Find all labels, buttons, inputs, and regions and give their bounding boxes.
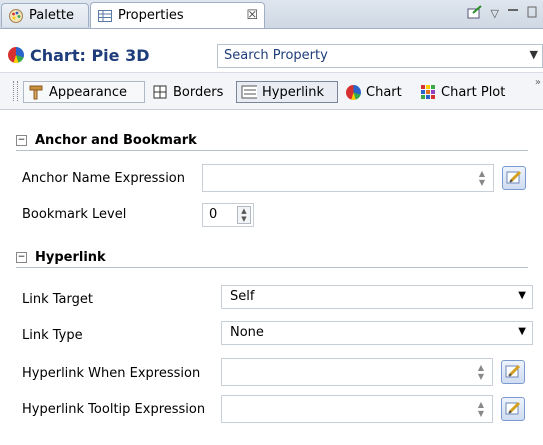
category-toolbar: Appearance Borders Hyperlink Chart Chart [0, 72, 543, 110]
search-property-text: Search Property [224, 48, 328, 63]
category-borders[interactable]: Borders [148, 81, 234, 103]
section-header-hyperlink[interactable]: − Hyperlink [16, 247, 528, 268]
close-icon[interactable]: ☒ [246, 8, 258, 23]
hyperlink-tooltip-label: Hyperlink Tooltip Expression [22, 402, 206, 417]
link-target-select[interactable]: Self ▼ [221, 285, 533, 309]
stepper-arrows-icon[interactable]: ▲ ▼ [237, 206, 251, 224]
tab-properties-label: Properties [118, 8, 184, 23]
borders-icon [152, 84, 168, 100]
tab-properties[interactable]: Properties ☒ [90, 2, 265, 28]
link-type-select[interactable]: None ▼ [221, 321, 533, 345]
chevron-down-icon[interactable]: ▼ [518, 326, 526, 337]
when-spinner-icon[interactable]: ▲ ▼ [474, 363, 488, 381]
link-type-value: None [230, 325, 264, 340]
tab-palette-label: Palette [29, 8, 75, 23]
chevron-down-icon[interactable]: ▼ [530, 48, 538, 61]
section-title-hyperlink: Hyperlink [35, 249, 106, 265]
hyperlink-tooltip-input[interactable]: ▲ ▼ [221, 395, 493, 423]
minimize-icon[interactable] [507, 7, 519, 20]
anchor-name-input[interactable]: ▲ ▼ [202, 164, 494, 192]
tab-palette[interactable]: Palette [1, 3, 89, 27]
collapse-icon[interactable]: − [16, 251, 27, 263]
hyperlink-icon [241, 84, 257, 100]
collapse-icon[interactable]: − [16, 134, 27, 146]
link-target-label: Link Target [22, 292, 93, 307]
pie-chart-icon [8, 47, 24, 63]
palette-icon [8, 8, 24, 24]
section-header-anchor[interactable]: − Anchor and Bookmark [16, 130, 528, 151]
tooltip-expression-builder-button[interactable] [501, 397, 525, 421]
properties-icon [97, 8, 113, 24]
edit-expression-icon [506, 169, 522, 188]
edit-expression-icon [505, 400, 521, 419]
search-property-combo[interactable]: Search Property ▼ [217, 44, 543, 68]
pin-view-icon[interactable] [467, 5, 483, 22]
link-target-value: Self [230, 289, 255, 304]
toolbar-gripper[interactable] [13, 81, 18, 101]
appearance-icon [28, 84, 44, 100]
hyperlink-when-label: Hyperlink When Expression [22, 366, 201, 381]
anchor-expression-builder-button[interactable] [502, 166, 526, 190]
view-tab-strip: Palette Properties ☒ ▽ [0, 0, 543, 29]
when-expression-builder-button[interactable] [501, 360, 525, 384]
category-hyperlink-label: Hyperlink [262, 84, 325, 100]
category-hyperlink[interactable]: Hyperlink [236, 81, 338, 103]
category-appearance[interactable]: Appearance [23, 81, 145, 103]
link-type-label: Link Type [22, 328, 83, 343]
properties-header: Chart: Pie 3D Search Property ▼ [0, 44, 543, 68]
view-menu-icon[interactable]: ▽ [491, 7, 499, 20]
anchor-name-label: Anchor Name Expression [22, 171, 186, 186]
category-chart-plot[interactable]: Chart Plot [416, 81, 520, 103]
section-anchor-bookmark: − Anchor and Bookmark [16, 130, 528, 151]
hyperlink-when-input[interactable]: ▲ ▼ [221, 358, 493, 386]
section-title-anchor: Anchor and Bookmark [35, 132, 197, 148]
chart-icon [345, 84, 361, 100]
edit-expression-icon [505, 363, 521, 382]
bookmark-level-stepper[interactable]: 0 ▲ ▼ [202, 203, 254, 227]
chart-plot-icon [420, 84, 436, 100]
bookmark-level-label: Bookmark Level [22, 207, 127, 222]
chevron-down-icon[interactable]: ▼ [518, 290, 526, 301]
section-hyperlink: − Hyperlink [16, 247, 528, 268]
category-chart-plot-label: Chart Plot [441, 84, 506, 100]
category-appearance-label: Appearance [49, 84, 128, 100]
tooltip-spinner-icon[interactable]: ▲ ▼ [474, 400, 488, 418]
page-title: Chart: Pie 3D [30, 46, 150, 65]
maximize-icon[interactable] [527, 6, 537, 21]
anchor-spinner-icon[interactable]: ▲ ▼ [475, 169, 489, 187]
more-categories-icon[interactable]: » [535, 77, 541, 88]
category-chart[interactable]: Chart [341, 81, 413, 103]
category-borders-label: Borders [173, 84, 224, 100]
bookmark-level-value: 0 [209, 207, 218, 222]
category-chart-label: Chart [366, 84, 402, 100]
